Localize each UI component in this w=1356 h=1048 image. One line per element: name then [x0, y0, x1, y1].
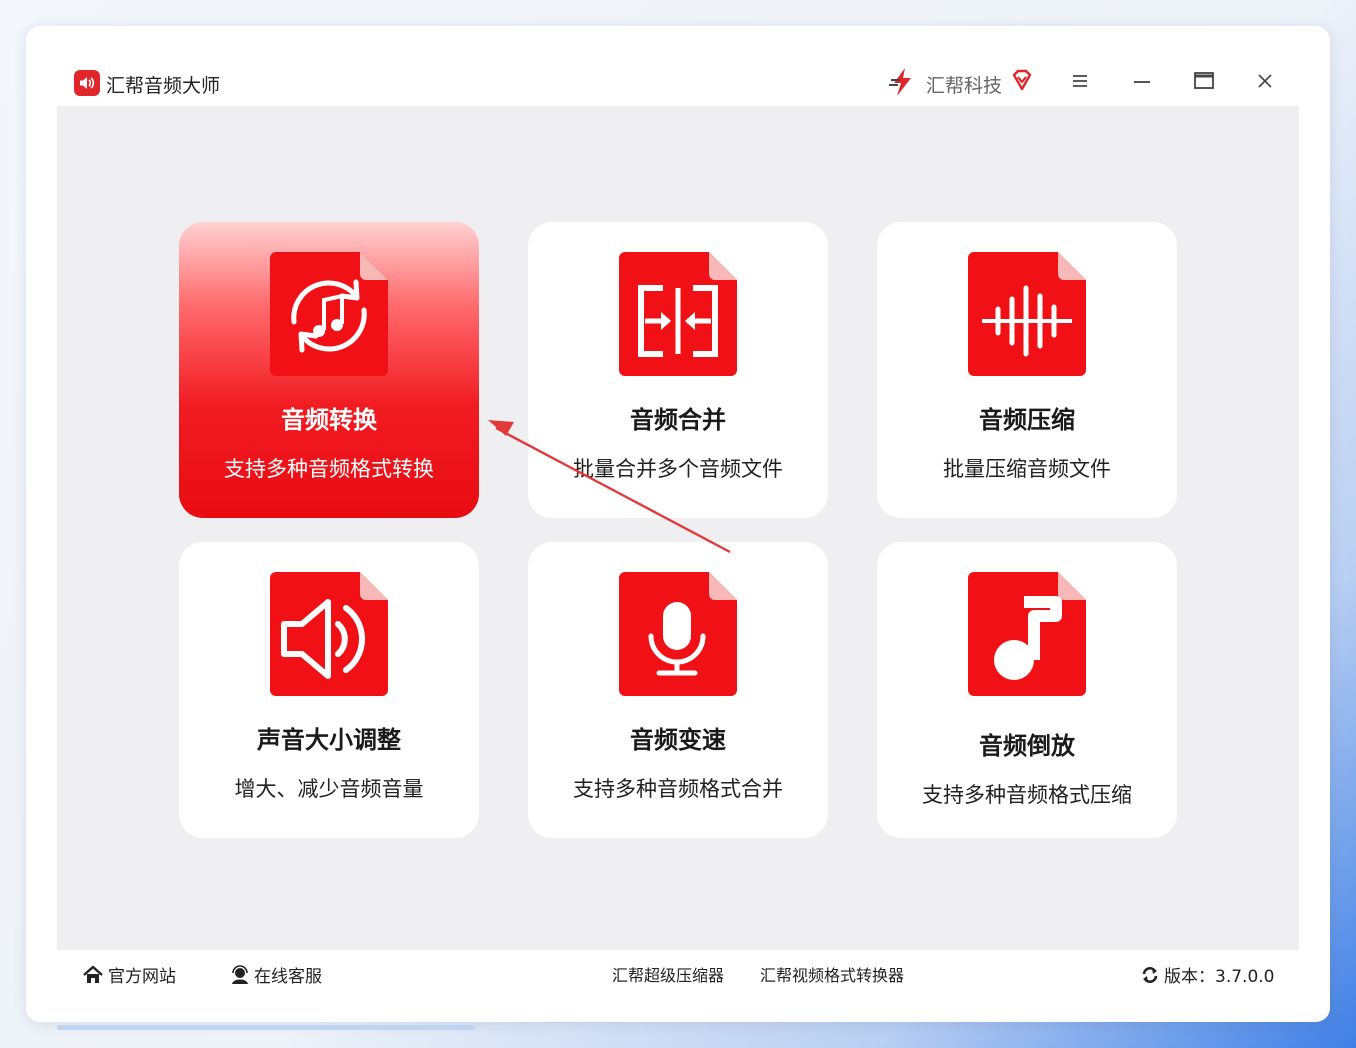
- online-service-label: 在线客服: [254, 967, 322, 987]
- card-title: 音频变速: [630, 726, 726, 754]
- feature-grid: 音频转换 支持多种音频格式转换 音频合并 批量合并多个音频文件 音频压缩 批量压…: [57, 106, 1299, 950]
- card-audio-compress[interactable]: 音频压缩 批量压缩音频文件: [877, 222, 1177, 518]
- close-button[interactable]: [1250, 66, 1280, 96]
- card-audio-convert[interactable]: 音频转换 支持多种音频格式转换: [179, 222, 479, 518]
- card-title: 声音大小调整: [257, 726, 401, 754]
- home-icon: [83, 965, 103, 983]
- maximize-button[interactable]: [1189, 66, 1219, 96]
- audio-convert-icon: [270, 252, 388, 376]
- version-info[interactable]: 版本：3.7.0.0: [1140, 962, 1274, 987]
- card-audio-speed[interactable]: 音频变速 支持多种音频格式合并: [528, 542, 828, 838]
- app-logo-icon: [74, 70, 100, 96]
- version-label: 版本：3.7.0.0: [1164, 967, 1275, 987]
- card-desc: 增大、减少音频音量: [234, 777, 424, 801]
- brand-logo-icon: [889, 68, 911, 96]
- horizontal-scrollbar[interactable]: [57, 1025, 475, 1030]
- menu-icon: [1073, 75, 1087, 87]
- audio-compress-icon: [968, 252, 1086, 376]
- card-audio-reverse[interactable]: 音频倒放 支持多种音频格式压缩: [877, 542, 1177, 838]
- close-icon: [1258, 74, 1272, 88]
- card-title: 音频倒放: [979, 732, 1075, 760]
- status-bar: 官方网站 在线客服 汇帮超级压缩器 汇帮视频格式转换器 版本：3.7.0.0: [57, 950, 1299, 996]
- video-converter-link[interactable]: 汇帮视频格式转换器: [760, 962, 904, 986]
- card-desc: 批量合并多个音频文件: [573, 457, 783, 481]
- super-compressor-label: 汇帮超级压缩器: [612, 966, 725, 985]
- app-title: 汇帮音频大师: [106, 75, 221, 97]
- card-title: 音频合并: [630, 406, 726, 434]
- card-title: 音频转换: [281, 406, 377, 434]
- card-title: 音频压缩: [979, 406, 1075, 434]
- brand-name: 汇帮科技: [926, 75, 1003, 97]
- online-service-link[interactable]: 在线客服: [230, 962, 322, 987]
- vip-diamond-icon[interactable]: [1010, 68, 1034, 92]
- refresh-icon: [1142, 966, 1158, 983]
- maximize-icon: [1194, 72, 1214, 89]
- card-audio-merge[interactable]: 音频合并 批量合并多个音频文件: [528, 222, 828, 518]
- card-desc: 支持多种音频格式压缩: [922, 783, 1132, 807]
- menu-button[interactable]: [1065, 66, 1095, 96]
- app-window: 汇帮音频大师 汇帮科技 音频转换 支持多种音频格式转换 音频合并 批量合并多个音…: [26, 26, 1330, 1022]
- card-volume-adjust[interactable]: 声音大小调整 增大、减少音频音量: [179, 542, 479, 838]
- audio-merge-icon: [619, 252, 737, 376]
- title-bar: 汇帮音频大师 汇帮科技: [26, 26, 1330, 106]
- card-desc: 支持多种音频格式合并: [573, 777, 783, 801]
- super-compressor-link[interactable]: 汇帮超级压缩器: [612, 962, 724, 986]
- official-website-link[interactable]: 官方网站: [82, 962, 176, 987]
- card-desc: 支持多种音频格式转换: [224, 457, 434, 481]
- minimize-icon: [1134, 81, 1150, 83]
- microphone-icon: [619, 572, 737, 696]
- minimize-button[interactable]: [1127, 66, 1157, 96]
- volume-icon: [270, 572, 388, 696]
- card-desc: 批量压缩音频文件: [943, 457, 1111, 481]
- video-converter-label: 汇帮视频格式转换器: [760, 966, 905, 985]
- music-note-icon: [968, 572, 1086, 696]
- customer-service-icon: [232, 964, 248, 984]
- official-website-label: 官方网站: [108, 967, 176, 987]
